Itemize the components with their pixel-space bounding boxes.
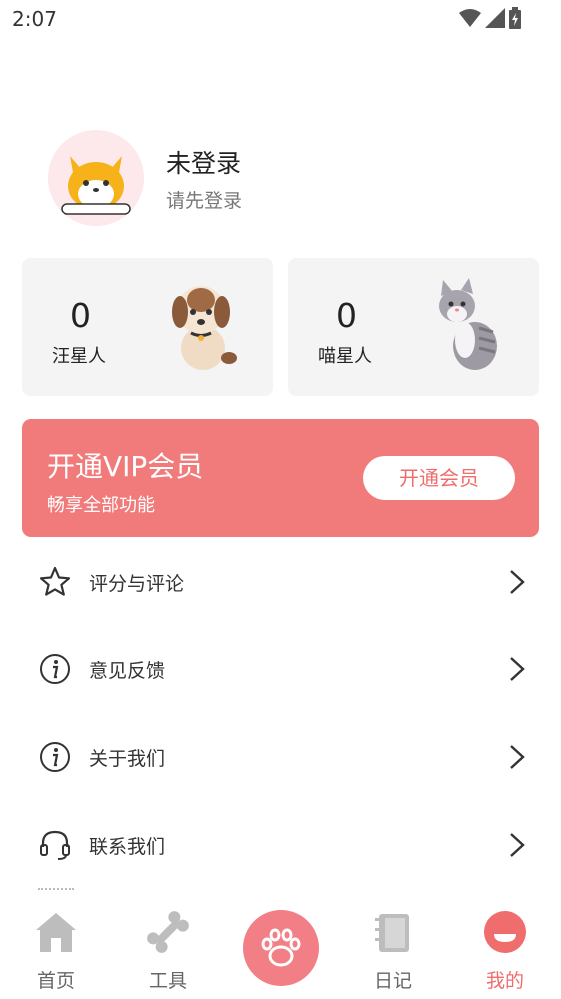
signal-icon: [485, 8, 505, 28]
profile-text: 未登录 请先登录: [166, 144, 242, 213]
profile-icon: [484, 911, 526, 953]
paw-icon: [261, 928, 301, 967]
profile-subtitle: 请先登录: [166, 189, 243, 212]
cat-label: 喵星人: [318, 346, 372, 367]
tab-label-home: 首页: [36, 970, 75, 992]
tab-center-paw[interactable]: [243, 910, 319, 986]
tab-tools[interactable]: 工具: [128, 896, 208, 999]
menu-item-about[interactable]: 关于我们: [0, 726, 561, 786]
profile-name: 未登录: [166, 148, 242, 178]
chevron-right-icon: [510, 570, 525, 594]
dog-count: 0: [70, 296, 91, 335]
dog-label: 汪星人: [52, 346, 106, 367]
dog-illustration-icon: [172, 286, 237, 370]
chevron-right-icon: [510, 833, 525, 857]
headset-icon: [40, 830, 70, 860]
open-vip-button[interactable]: 开通会员: [363, 456, 515, 500]
shiba-avatar-icon: [61, 156, 131, 215]
vip-banner[interactable]: 开通VIP会员 畅享全部功能 开通会员: [22, 419, 539, 537]
info-icon: [40, 742, 70, 772]
menu-label-feedback: 意见反馈: [89, 660, 166, 682]
menu-item-feedback[interactable]: 意见反馈: [0, 638, 561, 698]
status-bar: 2:07: [0, 0, 561, 40]
chevron-right-icon: [510, 657, 525, 681]
cat-card[interactable]: 0 喵星人: [288, 258, 539, 396]
tab-diary[interactable]: 日记: [353, 896, 433, 999]
dog-card[interactable]: 0 汪星人: [22, 258, 273, 396]
status-time: 2:07: [12, 7, 57, 31]
tab-label-mine: 我的: [485, 970, 524, 992]
menu-label-contact: 联系我们: [89, 836, 166, 858]
bottom-tab-bar: 首页 工具 日记 我的: [0, 896, 561, 999]
profile-header[interactable]: 未登录 请先登录: [48, 130, 242, 226]
battery-icon: [509, 7, 521, 29]
cat-count: 0: [336, 296, 357, 335]
bone-icon: [147, 911, 189, 953]
info-icon: [40, 654, 70, 684]
home-icon: [36, 913, 76, 952]
vip-subtitle: 畅享全部功能: [47, 495, 155, 516]
tab-mine[interactable]: 我的: [465, 896, 545, 999]
wifi-icon: [459, 9, 481, 27]
menu-item-contact[interactable]: 联系我们: [0, 814, 561, 874]
menu-item-rating[interactable]: 评分与评论: [0, 551, 561, 611]
cat-illustration-icon: [439, 278, 497, 370]
notebook-icon: [375, 914, 409, 952]
vip-title: 开通VIP会员: [47, 450, 204, 483]
tab-label-tools: 工具: [148, 970, 187, 992]
chevron-right-icon: [510, 745, 525, 769]
tab-label-diary: 日记: [373, 970, 412, 992]
status-icons: [459, 7, 521, 29]
menu-overflow-hint: [0, 884, 561, 896]
menu-label-rating: 评分与评论: [89, 573, 185, 595]
tab-home[interactable]: 首页: [16, 896, 96, 999]
avatar[interactable]: [48, 130, 144, 226]
star-icon: [39, 566, 71, 596]
menu-label-about: 关于我们: [89, 748, 166, 770]
